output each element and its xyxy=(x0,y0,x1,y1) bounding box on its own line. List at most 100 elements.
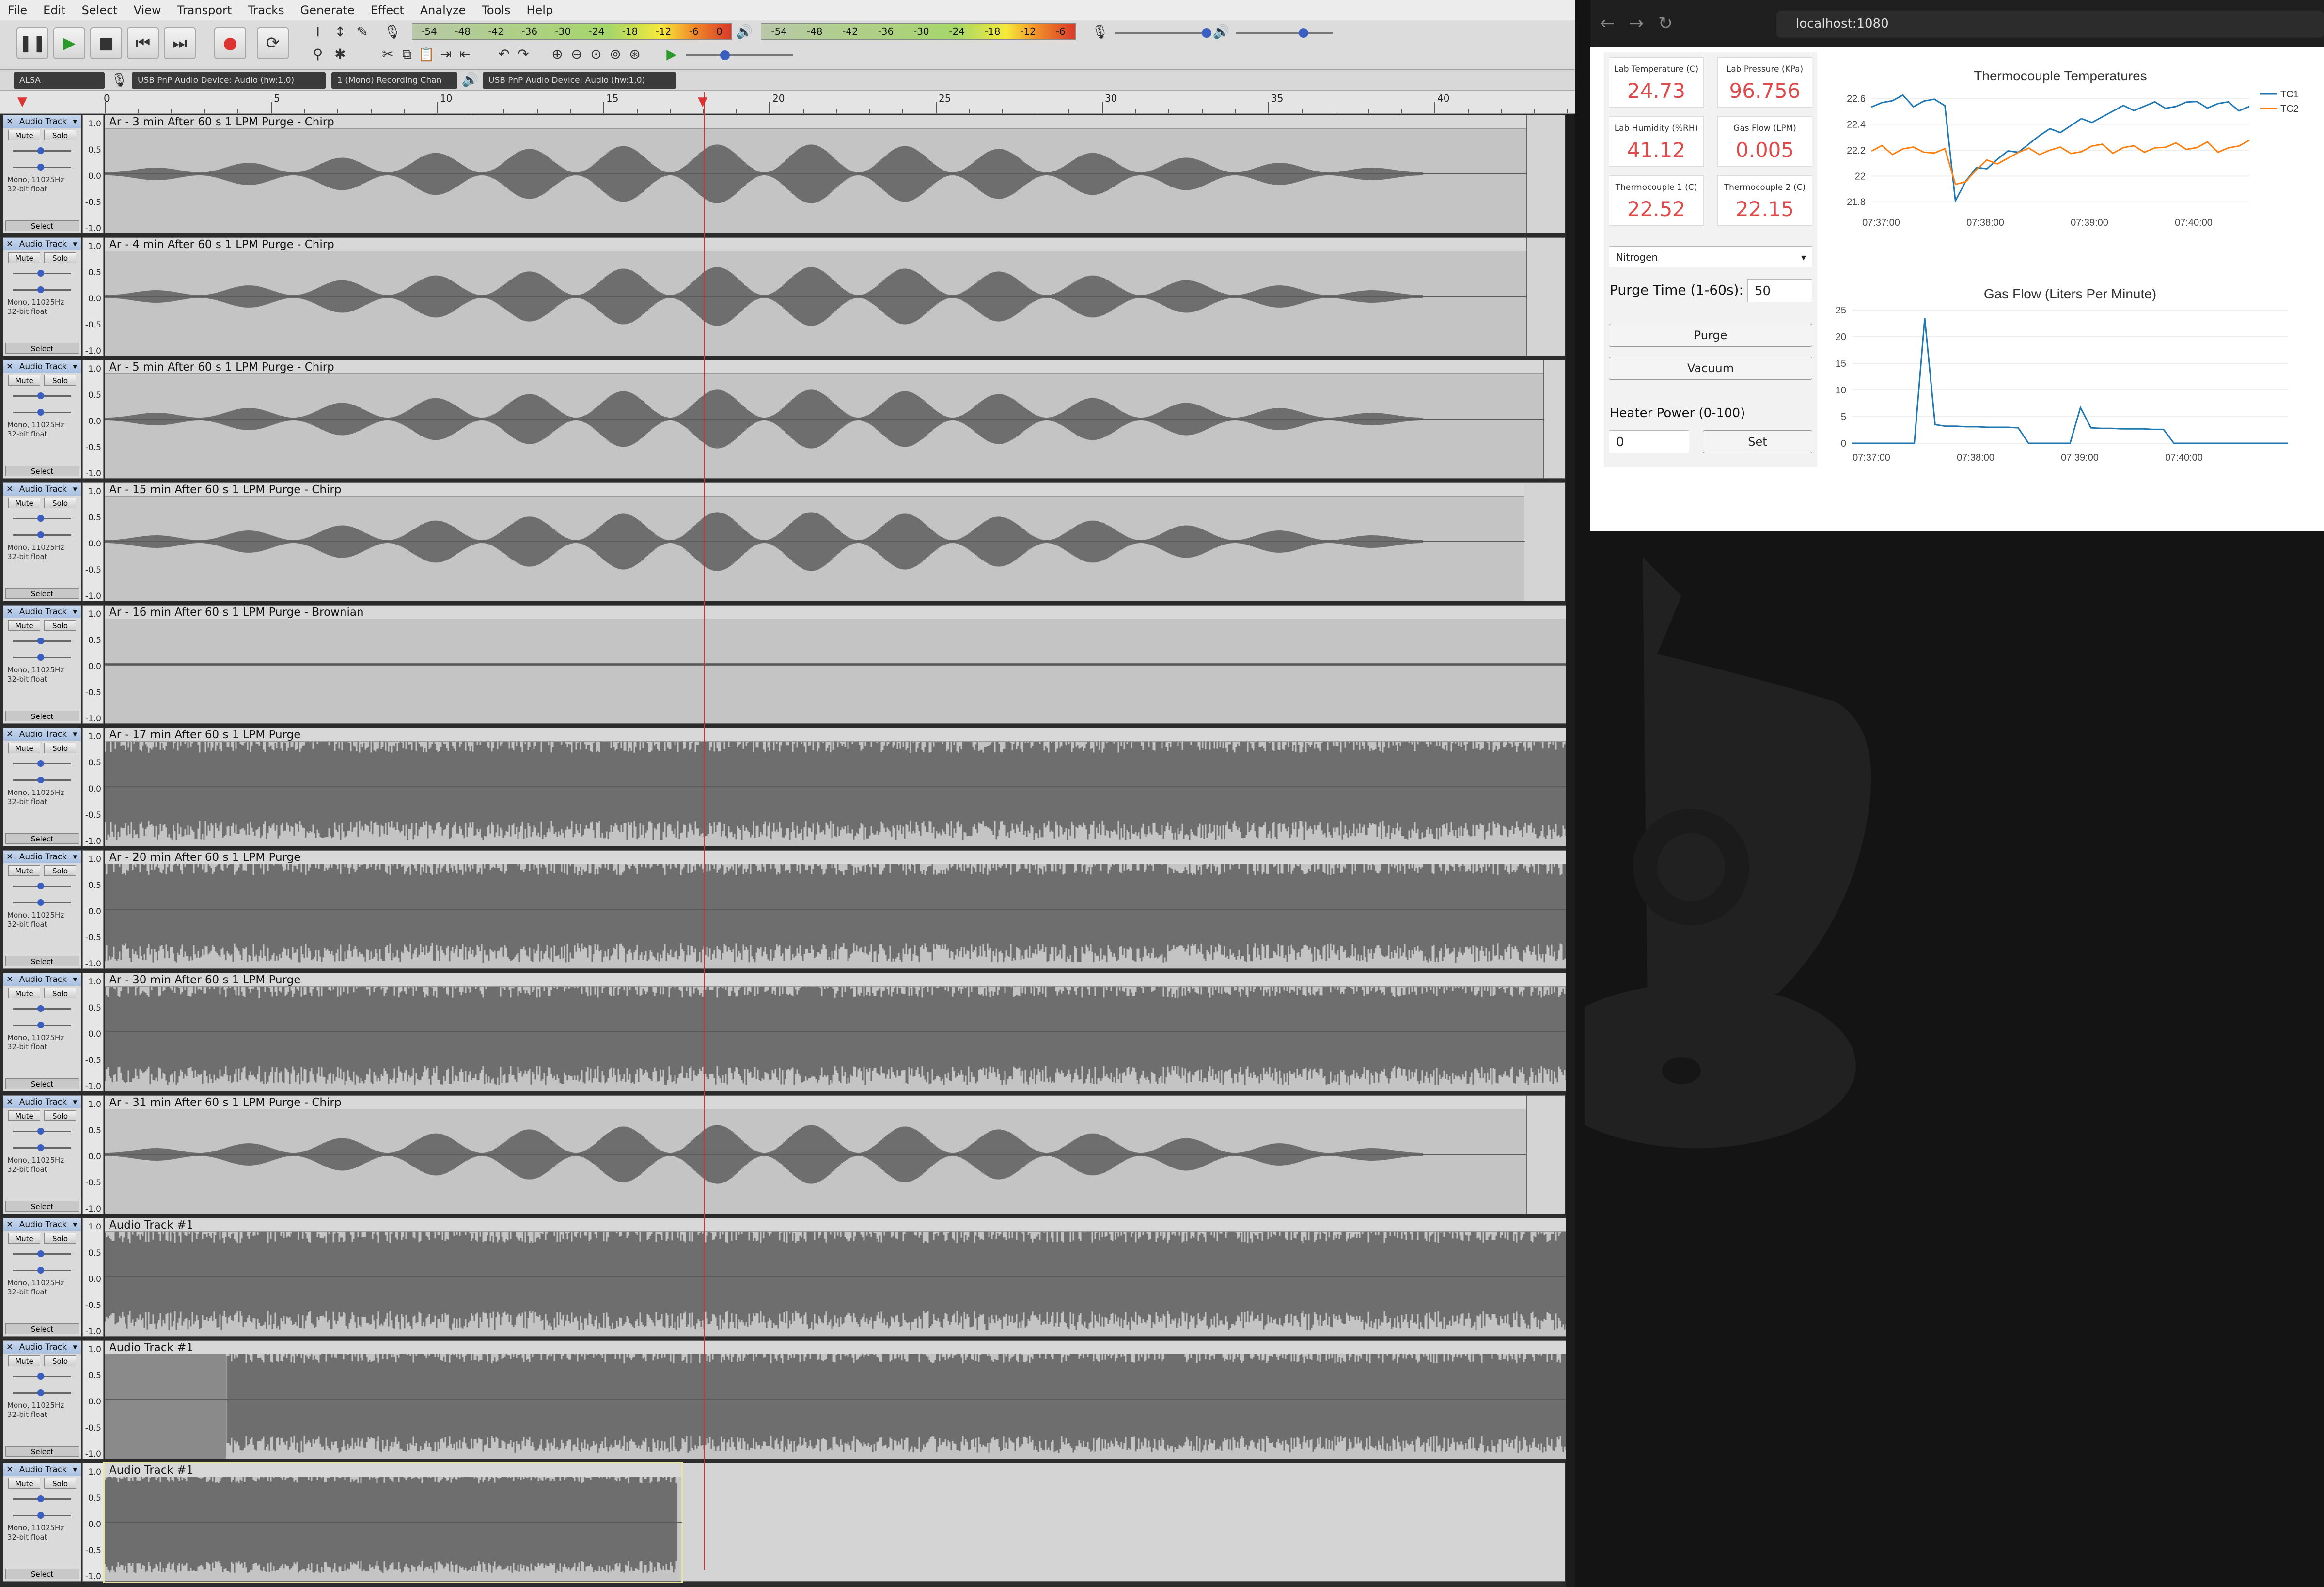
close-icon[interactable]: ✕ xyxy=(6,973,13,986)
clip-title[interactable]: Ar - 31 min After 60 s 1 LPM Purge - Chi… xyxy=(105,1096,1526,1109)
record-button[interactable]: ● xyxy=(214,27,246,59)
chevron-down-icon[interactable]: ▾ xyxy=(73,1463,77,1476)
pan-slider-thumb[interactable] xyxy=(37,899,44,906)
silence-icon[interactable]: ⇤ xyxy=(455,45,475,64)
multi-tool-icon[interactable]: ✱ xyxy=(330,45,350,64)
track-name-menu[interactable]: Audio Track xyxy=(19,606,67,618)
track-header[interactable]: ✕ Audio Track ▾ xyxy=(3,728,81,741)
select-button[interactable]: Select xyxy=(5,1078,79,1089)
close-icon[interactable]: ✕ xyxy=(6,115,13,128)
clip-title[interactable]: Ar - 15 min After 60 s 1 LPM Purge - Chi… xyxy=(105,483,1524,497)
purge-button[interactable]: Purge xyxy=(1609,324,1812,347)
mute-button[interactable]: Mute xyxy=(8,743,40,753)
menu-analyze[interactable]: Analyze xyxy=(420,3,466,17)
track-header[interactable]: ✕ Audio Track ▾ xyxy=(3,360,81,373)
chevron-down-icon[interactable]: ▾ xyxy=(73,238,77,250)
track-header[interactable]: ✕ Audio Track ▾ xyxy=(3,483,81,496)
close-icon[interactable]: ✕ xyxy=(6,483,13,496)
chevron-down-icon[interactable]: ▾ xyxy=(73,973,77,986)
audio-clip[interactable]: Audio Track #1 xyxy=(105,1218,1569,1337)
timeline-ruler[interactable]: 0 5 10 15 20 25 30 35 40 ▼ ▼ xyxy=(0,91,1602,114)
track-name-menu[interactable]: Audio Track xyxy=(19,973,67,986)
select-button[interactable]: Select xyxy=(5,1569,79,1579)
pan-slider-thumb[interactable] xyxy=(37,1022,44,1028)
gain-slider[interactable] xyxy=(3,1000,81,1017)
chevron-down-icon[interactable]: ▾ xyxy=(73,1096,77,1108)
menu-file[interactable]: File xyxy=(8,3,27,17)
gain-slider-thumb[interactable] xyxy=(37,1495,44,1502)
gain-slider-thumb[interactable] xyxy=(37,1250,44,1257)
mute-button[interactable]: Mute xyxy=(8,1478,40,1489)
address-bar[interactable]: localhost:1080 xyxy=(1776,11,2324,38)
select-button[interactable]: Select xyxy=(5,1201,79,1212)
play-button[interactable]: ▶ xyxy=(53,27,85,59)
select-button[interactable]: Select xyxy=(5,956,79,966)
audio-clip[interactable]: Audio Track #1 xyxy=(103,1462,683,1583)
mute-button[interactable]: Mute xyxy=(8,988,40,998)
track-name-menu[interactable]: Audio Track xyxy=(19,360,67,373)
track-name-menu[interactable]: Audio Track xyxy=(19,1341,67,1354)
track-header[interactable]: ✕ Audio Track ▾ xyxy=(3,973,81,986)
undo-icon[interactable]: ↶ xyxy=(494,45,514,64)
clip-title[interactable]: Ar - 16 min After 60 s 1 LPM Purge - Bro… xyxy=(105,606,1568,619)
chevron-down-icon[interactable]: ▾ xyxy=(73,115,77,128)
pan-slider-thumb[interactable] xyxy=(37,1389,44,1396)
gain-slider[interactable] xyxy=(3,1123,81,1139)
solo-button[interactable]: Solo xyxy=(44,1478,76,1489)
solo-button[interactable]: Solo xyxy=(44,743,76,753)
gain-slider[interactable] xyxy=(3,510,81,527)
gain-slider[interactable] xyxy=(3,1368,81,1385)
mute-button[interactable]: Mute xyxy=(8,1110,40,1121)
mute-button[interactable]: Mute xyxy=(8,620,40,631)
track-name-menu[interactable]: Audio Track xyxy=(19,238,67,250)
set-button[interactable]: Set xyxy=(1703,430,1812,453)
url-text[interactable]: localhost:1080 xyxy=(1796,16,1889,31)
pan-slider[interactable] xyxy=(3,772,81,788)
pan-slider[interactable] xyxy=(3,649,81,666)
pan-slider-thumb[interactable] xyxy=(37,409,44,416)
select-button[interactable]: Select xyxy=(5,1323,79,1334)
zoom-toggle-icon[interactable]: ⊛ xyxy=(625,45,644,64)
loop-button[interactable]: ⟳ xyxy=(257,27,289,59)
solo-button[interactable]: Solo xyxy=(44,375,76,386)
clip-title[interactable]: Audio Track #1 xyxy=(105,1463,681,1477)
menu-transport[interactable]: Transport xyxy=(177,3,232,17)
draw-tool-icon[interactable]: ✎ xyxy=(353,22,372,42)
playback-meter-speaker-icon[interactable]: 🔊 xyxy=(735,22,754,42)
gain-slider[interactable] xyxy=(3,265,81,281)
track-header[interactable]: ✕ Audio Track ▾ xyxy=(3,238,81,250)
audio-clip[interactable]: Ar - 31 min After 60 s 1 LPM Purge - Chi… xyxy=(105,1095,1527,1214)
skip-end-button[interactable]: ⏭ xyxy=(164,27,196,59)
copy-icon[interactable]: ⧉ xyxy=(397,45,417,64)
pan-slider[interactable] xyxy=(3,1262,81,1278)
gain-slider[interactable] xyxy=(3,878,81,894)
track-name-menu[interactable]: Audio Track xyxy=(19,1096,67,1108)
pan-slider-thumb[interactable] xyxy=(37,164,44,171)
play-at-speed-icon[interactable]: ▶ xyxy=(662,45,681,64)
pan-slider[interactable] xyxy=(3,404,81,420)
skip-start-button[interactable]: ⏮ xyxy=(127,27,159,59)
fit-project-icon[interactable]: ⊚ xyxy=(606,45,625,64)
track-name-menu[interactable]: Audio Track xyxy=(19,1463,67,1476)
close-icon[interactable]: ✕ xyxy=(6,1218,13,1231)
chevron-down-icon[interactable]: ▾ xyxy=(73,728,77,741)
trim-icon[interactable]: ⇥ xyxy=(436,45,455,64)
solo-button[interactable]: Solo xyxy=(44,620,76,631)
back-icon[interactable]: ← xyxy=(1600,14,1615,33)
chevron-down-icon[interactable]: ▾ xyxy=(73,606,77,618)
menu-tracks[interactable]: Tracks xyxy=(248,3,284,17)
gain-slider-thumb[interactable] xyxy=(37,883,44,889)
pan-slider[interactable] xyxy=(3,281,81,298)
solo-button[interactable]: Solo xyxy=(44,865,76,876)
mute-button[interactable]: Mute xyxy=(8,252,40,263)
playback-device-select[interactable]: USB PnP Audio Device: Audio (hw:1,0) xyxy=(483,72,676,89)
audio-clip[interactable]: Ar - 3 min After 60 s 1 LPM Purge - Chir… xyxy=(105,115,1527,233)
track-name-menu[interactable]: Audio Track xyxy=(19,115,67,128)
mute-button[interactable]: Mute xyxy=(8,498,40,508)
selection-tool-icon[interactable]: I xyxy=(308,22,328,42)
clip-title[interactable]: Audio Track #1 xyxy=(105,1218,1568,1232)
gain-slider-thumb[interactable] xyxy=(37,1128,44,1135)
heater-power-input[interactable]: 0 xyxy=(1609,430,1689,453)
pan-slider-thumb[interactable] xyxy=(37,531,44,538)
solo-button[interactable]: Solo xyxy=(44,498,76,508)
